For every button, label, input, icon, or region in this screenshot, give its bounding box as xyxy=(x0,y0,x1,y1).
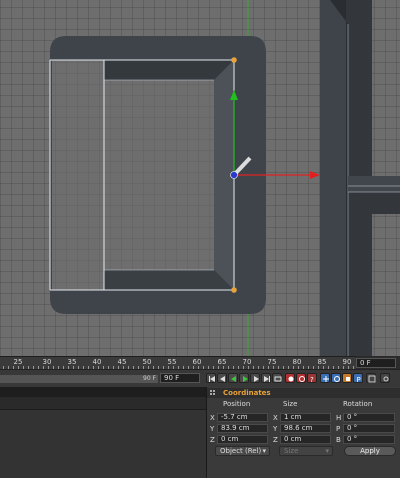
loop-icon xyxy=(274,376,282,382)
rotate-key-button[interactable] xyxy=(331,373,341,383)
size-mode-label: Size xyxy=(284,447,299,455)
beam-left-face xyxy=(320,0,346,356)
play-backward-icon xyxy=(231,376,236,382)
step-forward-button[interactable] xyxy=(250,373,260,383)
gizmo-x-arrow-icon xyxy=(310,171,320,179)
tick-label: 30 xyxy=(42,358,52,366)
play-forward-button[interactable] xyxy=(239,373,249,383)
3d-viewport[interactable] xyxy=(0,0,400,356)
tick-label: 90 xyxy=(342,358,352,366)
rotation-h-field[interactable]: 0 ° xyxy=(343,413,395,422)
frame-bevel-bottom xyxy=(104,270,234,290)
size-y-field[interactable]: 98.6 cm xyxy=(280,424,331,433)
size-z-field[interactable]: 0 cm xyxy=(280,435,331,444)
position-axis-label: Y xyxy=(210,425,215,433)
keyframe-selection-button[interactable]: ? xyxy=(307,373,317,383)
position-x-field[interactable]: -5.7 cm xyxy=(217,413,268,422)
keyframe-selection-icon: ? xyxy=(310,376,314,383)
step-back-button[interactable] xyxy=(217,373,227,383)
rotation-axis-label: H xyxy=(336,414,342,422)
apply-button[interactable]: Apply xyxy=(344,446,396,456)
coordinate-mode-select[interactable]: Object (Rel) ▾ xyxy=(215,446,270,456)
size-x-field[interactable]: 1 cm xyxy=(280,413,331,422)
tick-label: 65 xyxy=(217,358,227,366)
rotation-b-field[interactable]: 0 ° xyxy=(343,435,395,444)
go-to-end-button[interactable] xyxy=(261,373,271,383)
svg-text:?: ? xyxy=(310,376,314,383)
pla-key-button[interactable] xyxy=(366,373,376,383)
play-backward-button[interactable] xyxy=(228,373,238,383)
go-to-start-button[interactable] xyxy=(206,373,216,383)
vertex-point-top xyxy=(231,57,237,63)
step-back-icon xyxy=(220,376,225,382)
tick-label: 80 xyxy=(292,358,302,366)
viewport-scene xyxy=(49,0,400,356)
tick-label: 45 xyxy=(117,358,127,366)
tick-label: 60 xyxy=(192,358,202,366)
pla-key-icon xyxy=(368,375,376,383)
panel-menu-icon[interactable] xyxy=(210,390,216,396)
coordinate-mode-label: Object (Rel) xyxy=(220,447,262,455)
size-mode-select[interactable]: Size ▾ xyxy=(279,446,333,456)
rotation-column-header: Rotation xyxy=(343,400,373,408)
frame-bevel-top xyxy=(104,60,234,80)
size-column-header: Size xyxy=(283,400,298,408)
rotate-key-icon xyxy=(334,376,340,382)
tick-label: 40 xyxy=(92,358,102,366)
move-key-icon xyxy=(323,376,329,382)
tick-label: 35 xyxy=(67,358,77,366)
tick-label: 25 xyxy=(13,358,23,366)
left-panel-row[interactable] xyxy=(0,397,206,410)
go-to-end-icon xyxy=(264,376,270,382)
rotation-axis-label: B xyxy=(336,436,341,444)
rotation-p-field[interactable]: 0 ° xyxy=(343,424,395,433)
coordinates-title: Coordinates xyxy=(223,389,271,397)
gizmo-origin-icon xyxy=(230,171,238,179)
position-axis-label: X xyxy=(210,414,215,422)
left-panel-header xyxy=(0,387,206,397)
range-start-label: 90 F xyxy=(143,375,156,382)
chevron-down-icon: ▾ xyxy=(325,447,329,455)
autokey-icon xyxy=(299,376,305,382)
record-icon xyxy=(288,376,294,382)
param-key-icon: P xyxy=(357,376,361,383)
position-z-field[interactable]: 0 cm xyxy=(217,435,268,444)
tick-label: 55 xyxy=(167,358,177,366)
step-forward-icon xyxy=(254,376,259,382)
coordinates-header: Coordinates xyxy=(207,388,400,398)
size-axis-label: X xyxy=(273,414,278,422)
position-axis-label: Z xyxy=(210,436,215,444)
scale-key-icon xyxy=(346,377,350,381)
transport-bar: 90 F 90 F ? P xyxy=(0,369,400,388)
position-y-field[interactable]: 83.9 cm xyxy=(217,424,268,433)
chevron-down-icon: ▾ xyxy=(262,447,266,455)
range-end-field[interactable]: 90 F xyxy=(160,373,200,383)
size-axis-label: Y xyxy=(273,425,278,433)
position-column-header: Position xyxy=(223,400,251,408)
move-key-button[interactable] xyxy=(320,373,330,383)
autokey-button[interactable] xyxy=(296,373,306,383)
left-panel xyxy=(0,387,206,478)
vertex-point-bottom xyxy=(231,287,237,293)
tick-label: 75 xyxy=(267,358,277,366)
svg-text:P: P xyxy=(357,376,361,383)
loop-button[interactable] xyxy=(272,373,282,383)
timeline-ruler[interactable]: 25 30 35 40 45 50 55 60 65 70 75 80 85 9… xyxy=(0,356,356,369)
size-axis-label: Z xyxy=(273,436,278,444)
play-forward-icon xyxy=(243,376,248,382)
current-frame-field[interactable]: 0 F xyxy=(356,358,396,368)
settings-icon xyxy=(383,376,389,382)
scale-key-button[interactable] xyxy=(342,373,352,383)
tick-label: 50 xyxy=(142,358,152,366)
tick-label: 85 xyxy=(317,358,327,366)
timeline-settings-button[interactable] xyxy=(380,373,390,383)
rotation-axis-label: P xyxy=(336,425,341,433)
record-button[interactable] xyxy=(285,373,295,383)
param-key-button[interactable]: P xyxy=(353,373,363,383)
go-to-start-icon xyxy=(209,376,215,382)
tick-label: 70 xyxy=(242,358,252,366)
